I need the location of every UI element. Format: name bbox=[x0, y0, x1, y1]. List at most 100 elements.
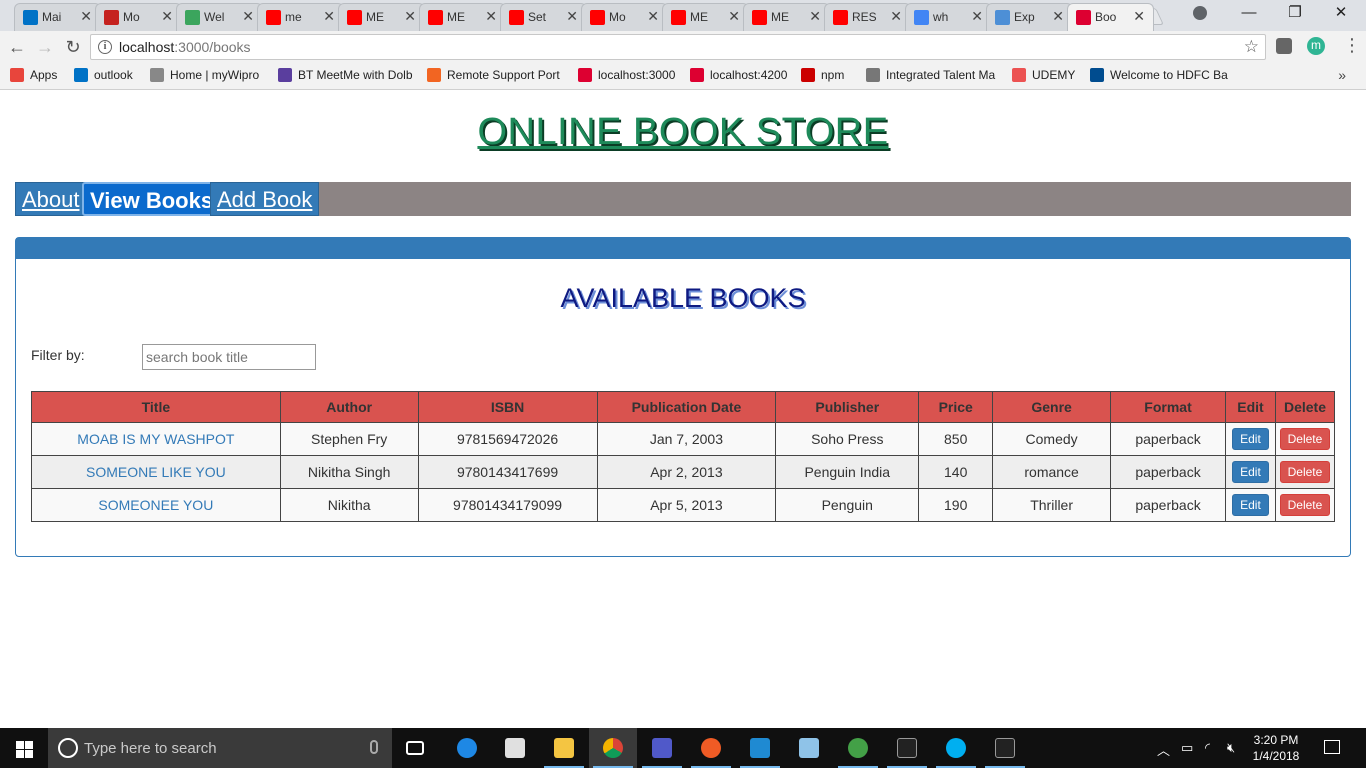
microphone-icon[interactable] bbox=[370, 740, 378, 754]
tab-close-icon[interactable]: ✕ bbox=[890, 8, 902, 25]
tab-close-icon[interactable]: ✕ bbox=[566, 8, 578, 25]
book-title-link[interactable]: SOMEONE LIKE YOU bbox=[31, 455, 281, 489]
skype-icon[interactable] bbox=[932, 728, 980, 768]
system-clock[interactable]: 3:20 PM 1/4/2018 bbox=[1244, 732, 1308, 764]
tab-close-icon[interactable]: ✕ bbox=[485, 8, 497, 25]
globe-app-icon[interactable] bbox=[834, 728, 882, 768]
terminal-icon[interactable] bbox=[883, 728, 931, 768]
edit-button[interactable]: Edit bbox=[1232, 461, 1269, 483]
bookmark-item[interactable]: BT MeetMe with Dolb bbox=[278, 68, 413, 85]
bookmark-item[interactable]: Remote Support Port bbox=[427, 68, 560, 85]
column-header-price[interactable]: Price bbox=[918, 391, 994, 423]
task-view-icon[interactable] bbox=[392, 728, 440, 768]
column-header-author[interactable]: Author bbox=[279, 391, 419, 423]
delete-button[interactable]: Delete bbox=[1279, 461, 1331, 483]
delete-button[interactable]: Delete bbox=[1279, 494, 1331, 516]
tab-close-icon[interactable]: ✕ bbox=[323, 8, 335, 25]
bookmark-item[interactable]: Integrated Talent Ma bbox=[866, 68, 995, 85]
minimize-icon[interactable]: — bbox=[1226, 0, 1272, 28]
site-info-icon[interactable]: i bbox=[98, 40, 112, 54]
volume-icon[interactable]: 🔇︎ bbox=[1227, 740, 1235, 756]
restore-icon[interactable]: ❐ bbox=[1272, 0, 1318, 28]
edit-button[interactable]: Edit bbox=[1232, 494, 1269, 516]
browser-tab[interactable]: ME ✕ bbox=[743, 3, 830, 31]
column-header-format[interactable]: Format bbox=[1110, 391, 1226, 423]
bookmark-item[interactable]: Home | myWipro bbox=[150, 68, 259, 85]
notepad-icon[interactable] bbox=[785, 728, 833, 768]
browser-tab[interactable]: wh ✕ bbox=[905, 3, 992, 31]
column-header-publication-date[interactable]: Publication Date bbox=[596, 391, 777, 423]
tab-close-icon[interactable]: ✕ bbox=[1052, 8, 1064, 25]
browser-tab[interactable]: ME ✕ bbox=[338, 3, 425, 31]
browser-tab[interactable]: RES ✕ bbox=[824, 3, 911, 31]
browser-tab[interactable]: me ✕ bbox=[257, 3, 344, 31]
column-header-isbn[interactable]: ISBN bbox=[417, 391, 598, 423]
windows-start-icon[interactable] bbox=[0, 728, 48, 768]
book-title-link[interactable]: SOMEONEE YOU bbox=[31, 488, 281, 522]
browser-tab[interactable]: Boo ✕ bbox=[1067, 3, 1154, 31]
vscode-icon[interactable] bbox=[736, 728, 784, 768]
bookmark-item[interactable]: localhost:4200 bbox=[690, 68, 787, 85]
browser-tab[interactable]: Wel ✕ bbox=[176, 3, 263, 31]
wifi-icon[interactable]: ◜ bbox=[1205, 740, 1210, 756]
battery-icon[interactable]: ▭ bbox=[1181, 740, 1193, 756]
taskbar-search-box[interactable]: Type here to search bbox=[48, 728, 392, 768]
address-bar[interactable]: i localhost:3000/books ☆ bbox=[90, 34, 1266, 60]
profile-avatar[interactable]: m bbox=[1307, 37, 1325, 55]
book-title-link[interactable]: MOAB IS MY WASHPOT bbox=[31, 422, 281, 456]
bookmark-item[interactable]: Welcome to HDFC Ba bbox=[1090, 68, 1228, 85]
store-icon[interactable] bbox=[491, 728, 539, 768]
action-center-icon[interactable] bbox=[1324, 740, 1340, 754]
file-explorer-icon[interactable] bbox=[540, 728, 588, 768]
tab-close-icon[interactable]: ✕ bbox=[161, 8, 173, 25]
more-bookmarks-icon[interactable]: » bbox=[1338, 67, 1346, 83]
nav-about-link[interactable]: About bbox=[15, 182, 87, 216]
delete-button[interactable]: Delete bbox=[1279, 428, 1331, 450]
postman-icon[interactable] bbox=[687, 728, 735, 768]
cortana-icon bbox=[58, 738, 78, 758]
tab-close-icon[interactable]: ✕ bbox=[1133, 8, 1145, 25]
url-text[interactable]: localhost:3000/books bbox=[119, 39, 251, 55]
browser-tab[interactable]: Exp ✕ bbox=[986, 3, 1073, 31]
tab-close-icon[interactable]: ✕ bbox=[809, 8, 821, 25]
browser-tab[interactable]: Set ✕ bbox=[500, 3, 587, 31]
bookmark-item[interactable]: outlook bbox=[74, 68, 133, 85]
bookmark-item[interactable]: Apps bbox=[10, 68, 57, 85]
show-hidden-icons-icon[interactable]: ︿ bbox=[1157, 740, 1170, 759]
tab-close-icon[interactable]: ✕ bbox=[404, 8, 416, 25]
book-title-search-input[interactable] bbox=[142, 344, 316, 370]
bookmark-item[interactable]: npm bbox=[801, 68, 844, 85]
column-header-genre[interactable]: Genre bbox=[992, 391, 1112, 423]
forward-icon[interactable]: → bbox=[34, 36, 56, 58]
browser-tab[interactable]: ME ✕ bbox=[419, 3, 506, 31]
bookmark-item[interactable]: UDEMY bbox=[1012, 68, 1075, 85]
tab-close-icon[interactable]: ✕ bbox=[242, 8, 254, 25]
nav-add-book-link[interactable]: Add Book bbox=[210, 182, 320, 216]
back-icon[interactable]: ← bbox=[6, 36, 28, 58]
edge-icon[interactable] bbox=[443, 728, 491, 768]
bookmark-star-icon[interactable]: ☆ bbox=[1244, 37, 1259, 57]
tab-close-icon[interactable]: ✕ bbox=[80, 8, 92, 25]
tab-favicon-icon bbox=[590, 10, 605, 25]
extension-icon[interactable] bbox=[1276, 38, 1292, 54]
column-header-title[interactable]: Title bbox=[31, 391, 281, 423]
chrome-taskbar-icon[interactable] bbox=[589, 728, 637, 768]
tab-close-icon[interactable]: ✕ bbox=[647, 8, 659, 25]
browser-tab[interactable]: ME ✕ bbox=[662, 3, 749, 31]
browser-tab[interactable]: Mo ✕ bbox=[581, 3, 668, 31]
edit-button[interactable]: Edit bbox=[1232, 428, 1269, 450]
column-header-publisher[interactable]: Publisher bbox=[775, 391, 920, 423]
browser-tab[interactable]: Mo ✕ bbox=[95, 3, 182, 31]
reload-icon[interactable]: ↻ bbox=[62, 36, 84, 58]
nav-view-books-link[interactable]: View Books bbox=[82, 182, 222, 216]
terminal-icon[interactable] bbox=[981, 728, 1029, 768]
delete-cell: Delete bbox=[1274, 422, 1336, 456]
tab-close-icon[interactable]: ✕ bbox=[728, 8, 740, 25]
bookmark-item[interactable]: localhost:3000 bbox=[578, 68, 675, 85]
teams-icon[interactable] bbox=[638, 728, 686, 768]
chrome-menu-icon[interactable]: ⋮ bbox=[1343, 36, 1361, 54]
tab-close-icon[interactable]: ✕ bbox=[971, 8, 983, 25]
profile-icon[interactable] bbox=[1193, 6, 1207, 20]
browser-tab[interactable]: Mai ✕ bbox=[14, 3, 101, 31]
close-window-icon[interactable]: ✕ bbox=[1318, 0, 1364, 28]
